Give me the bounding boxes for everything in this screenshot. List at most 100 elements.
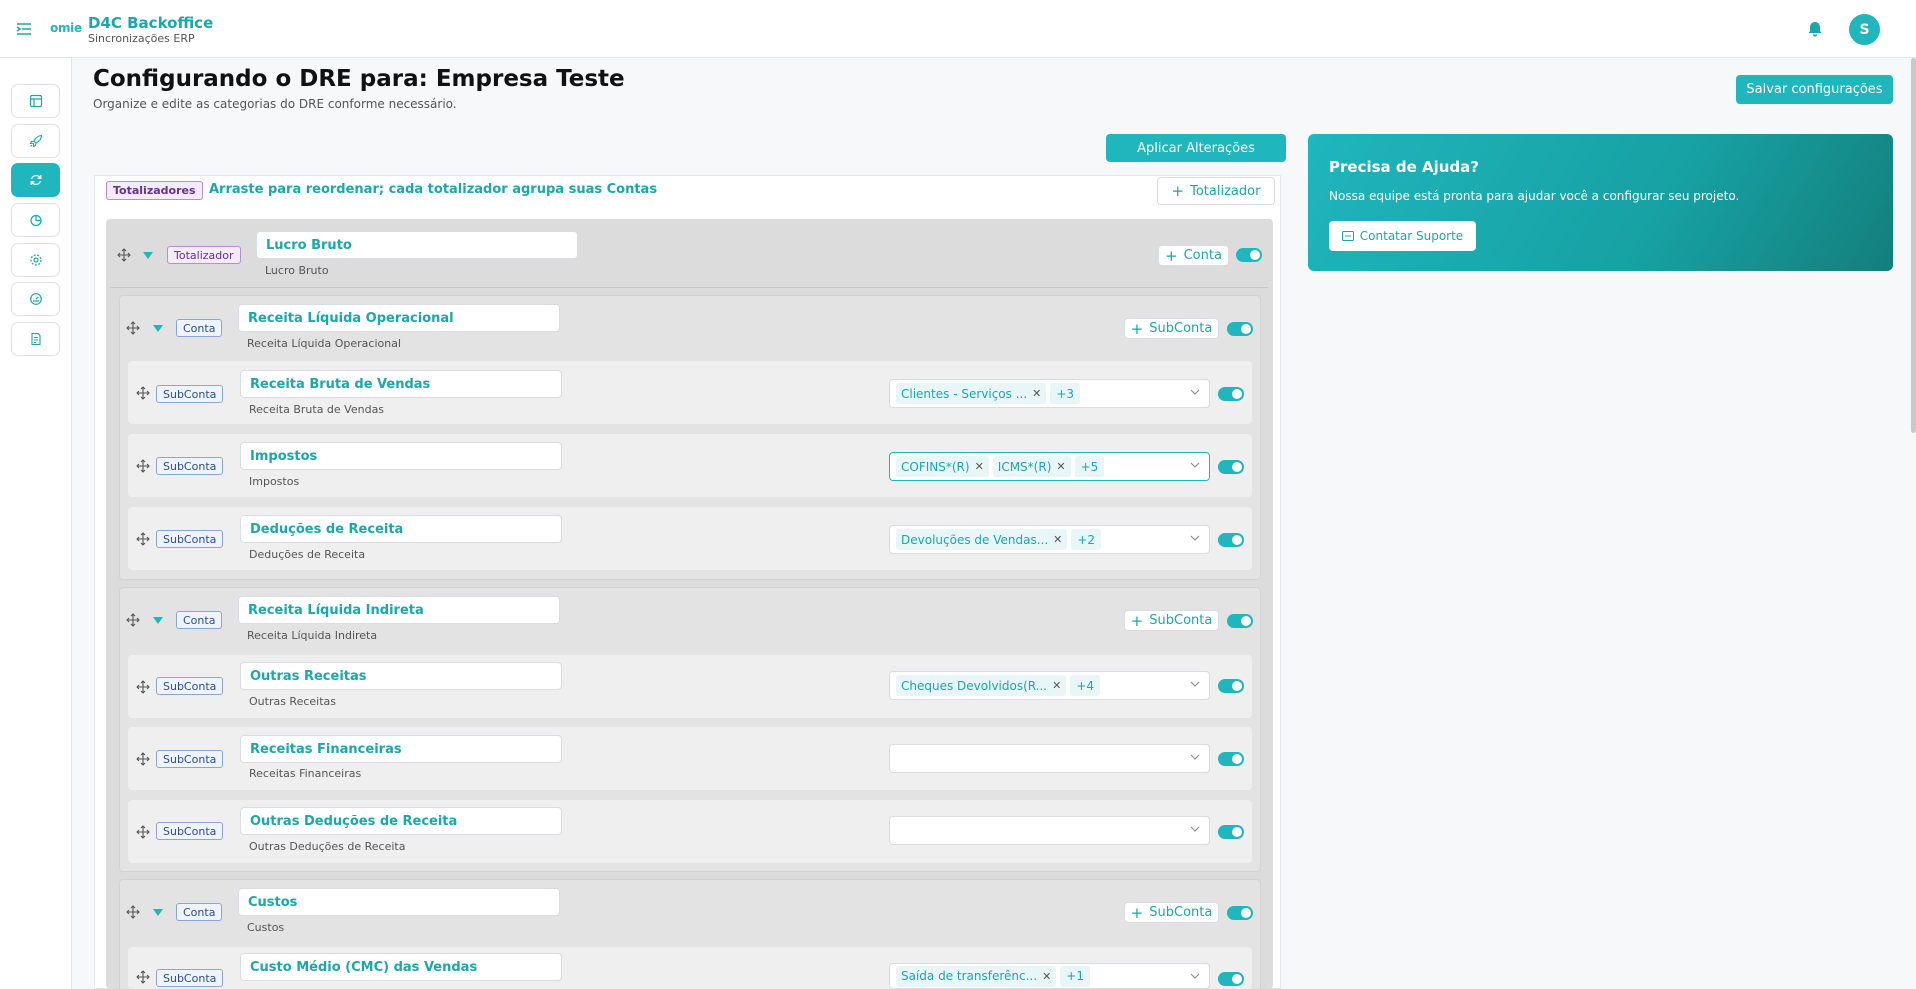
apply-changes-button[interactable]: Aplicar Alterações <box>1106 134 1286 162</box>
more-chip[interactable]: +3 <box>1050 383 1081 404</box>
omie-logo: omie <box>50 21 82 35</box>
subconta-toggle[interactable] <box>1218 752 1244 766</box>
drag-handle-icon[interactable] <box>136 680 150 694</box>
subconta-name-input[interactable]: Impostos <box>240 442 562 470</box>
sidebar-item-gauge[interactable] <box>11 282 60 316</box>
subconta-toggle[interactable] <box>1218 533 1244 547</box>
category-chip[interactable]: Clientes - Serviços ... ✕ <box>896 383 1047 404</box>
conta-name-input[interactable]: Receita Líquida Indireta <box>238 596 560 624</box>
plus-icon: + <box>1165 246 1178 265</box>
contact-support-button[interactable]: Contatar Suporte <box>1329 221 1476 251</box>
sidebar-item-report[interactable] <box>11 322 60 356</box>
subconta-tag: SubConta <box>156 677 224 695</box>
subconta-name-input[interactable]: Outras Deduções de Receita <box>240 807 562 835</box>
close-icon[interactable]: ✕ <box>1053 533 1062 546</box>
category-chip[interactable]: COFINS*(R) ✕ <box>896 456 989 477</box>
subconta-name-input[interactable]: Outras Receitas <box>240 662 562 690</box>
drag-handle-icon[interactable] <box>136 825 150 839</box>
totalizers-badge: Totalizadores <box>106 181 203 200</box>
more-chip[interactable]: +4 <box>1070 675 1101 696</box>
subconta-toggle[interactable] <box>1218 679 1244 693</box>
category-select[interactable]: Devoluções de Vendas... ✕ +2 <box>889 525 1210 554</box>
sidebar-item-dashboard[interactable] <box>11 84 60 118</box>
sidebar-item-rocket[interactable] <box>11 124 60 158</box>
close-icon[interactable]: ✕ <box>1052 679 1061 692</box>
category-select[interactable]: Cheques Devolvidos(R... ✕ +4 <box>889 671 1210 700</box>
close-icon[interactable]: ✕ <box>1056 460 1065 473</box>
more-chip[interactable]: +2 <box>1071 529 1102 550</box>
more-chip[interactable]: +5 <box>1074 456 1105 477</box>
drag-handle-icon[interactable] <box>126 905 140 919</box>
help-card: Precisa de Ajuda? Nossa equipe está pron… <box>1308 134 1893 271</box>
conta-toggle[interactable] <box>1227 906 1253 920</box>
more-chip[interactable]: +1 <box>1060 965 1090 987</box>
app-title: D4C Backoffice <box>88 14 214 32</box>
category-select[interactable]: Saída de transferênc... ✕ +1 <box>889 963 1210 989</box>
conta-tag: Conta <box>176 611 223 629</box>
totalizer-name-input[interactable]: Lucro Bruto <box>256 231 578 259</box>
subconta-tag: SubConta <box>156 530 224 548</box>
page-scrollbar[interactable] <box>1911 58 1916 433</box>
subconta-toggle[interactable] <box>1218 387 1244 401</box>
add-totalizer-button[interactable]: + Totalizador <box>1157 177 1275 205</box>
drag-handle-icon[interactable] <box>136 752 150 766</box>
subconta-toggle[interactable] <box>1218 460 1244 474</box>
top-header: omie D4C Backoffice Sincronizações ERP S <box>0 0 1916 58</box>
add-subconta-button[interactable]: + SubConta <box>1124 610 1219 631</box>
plus-icon: + <box>1171 182 1185 200</box>
category-chip[interactable]: ICMS*(R) ✕ <box>992 456 1071 477</box>
category-select[interactable] <box>889 744 1210 773</box>
conta-toggle[interactable] <box>1227 614 1253 628</box>
subconta-toggle[interactable] <box>1218 972 1244 986</box>
drag-handle-icon[interactable] <box>136 386 150 400</box>
subconta-name-input[interactable]: Deduções de Receita <box>240 515 562 543</box>
chevron-down-icon <box>1190 389 1200 395</box>
save-configurations-button[interactable]: Salvar configurações <box>1736 75 1893 104</box>
category-chip[interactable]: Saída de transferênc... ✕ <box>896 965 1057 987</box>
avatar[interactable]: S <box>1849 14 1880 45</box>
category-select[interactable] <box>889 816 1210 845</box>
conta-name-input[interactable]: Custos <box>238 888 560 916</box>
subconta-name-input[interactable]: Receita Bruta de Vendas <box>240 370 562 398</box>
bell-icon[interactable] <box>1806 20 1824 38</box>
panel-hint: Arraste para reordenar; cada totalizador… <box>209 182 658 197</box>
add-subconta-button[interactable]: + SubConta <box>1124 318 1219 339</box>
conta-tag: Conta <box>176 319 223 337</box>
subconta-name-sub: Outras Deduções de Receita <box>249 840 406 853</box>
chevron-down-icon[interactable] <box>143 252 153 259</box>
category-chip[interactable]: Devoluções de Vendas... ✕ <box>896 529 1068 550</box>
drag-handle-icon[interactable] <box>126 613 140 627</box>
drag-handle-icon[interactable] <box>136 970 150 984</box>
category-select[interactable]: Clientes - Serviços ... ✕ +3 <box>889 379 1210 408</box>
chevron-down-icon[interactable] <box>153 617 163 624</box>
menu-toggle-icon[interactable] <box>16 21 32 37</box>
subconta-name-input[interactable]: Custo Médio (CMC) das Vendas <box>240 953 562 981</box>
drag-handle-icon[interactable] <box>117 248 131 262</box>
sidebar-item-chart[interactable] <box>11 203 60 237</box>
drag-handle-icon[interactable] <box>136 459 150 473</box>
category-select[interactable]: COFINS*(R) ✕ ICMS*(R) ✕ +5 <box>889 452 1210 481</box>
add-conta-button[interactable]: + Conta <box>1158 245 1229 266</box>
subconta-toggle[interactable] <box>1218 825 1244 839</box>
category-chip[interactable]: Cheques Devolvidos(R... ✕ <box>896 675 1067 696</box>
sidebar-item-sync[interactable] <box>11 163 60 197</box>
chevron-down-icon <box>1190 826 1200 832</box>
totalizer-toggle[interactable] <box>1236 248 1262 262</box>
drag-handle-icon[interactable] <box>126 321 140 335</box>
close-icon[interactable]: ✕ <box>1042 970 1051 983</box>
subconta-name-input[interactable]: Receitas Financeiras <box>240 735 562 763</box>
plus-icon: + <box>1130 611 1144 630</box>
conta-name-sub: Receita Líquida Operacional <box>247 337 402 350</box>
subconta-name-sub: Receita Bruta de Vendas <box>249 403 385 416</box>
close-icon[interactable]: ✕ <box>975 460 984 473</box>
close-icon[interactable]: ✕ <box>1032 387 1041 400</box>
totalizer-tag: Totalizador <box>167 246 241 264</box>
add-subconta-button[interactable]: + SubConta <box>1124 902 1219 923</box>
conta-toggle[interactable] <box>1227 322 1253 336</box>
chevron-down-icon[interactable] <box>153 325 163 332</box>
conta-name-input[interactable]: Receita Líquida Operacional <box>238 304 560 332</box>
chevron-down-icon[interactable] <box>153 909 163 916</box>
message-icon <box>1341 231 1354 241</box>
sidebar-item-settings[interactable] <box>11 243 60 277</box>
drag-handle-icon[interactable] <box>136 532 150 546</box>
